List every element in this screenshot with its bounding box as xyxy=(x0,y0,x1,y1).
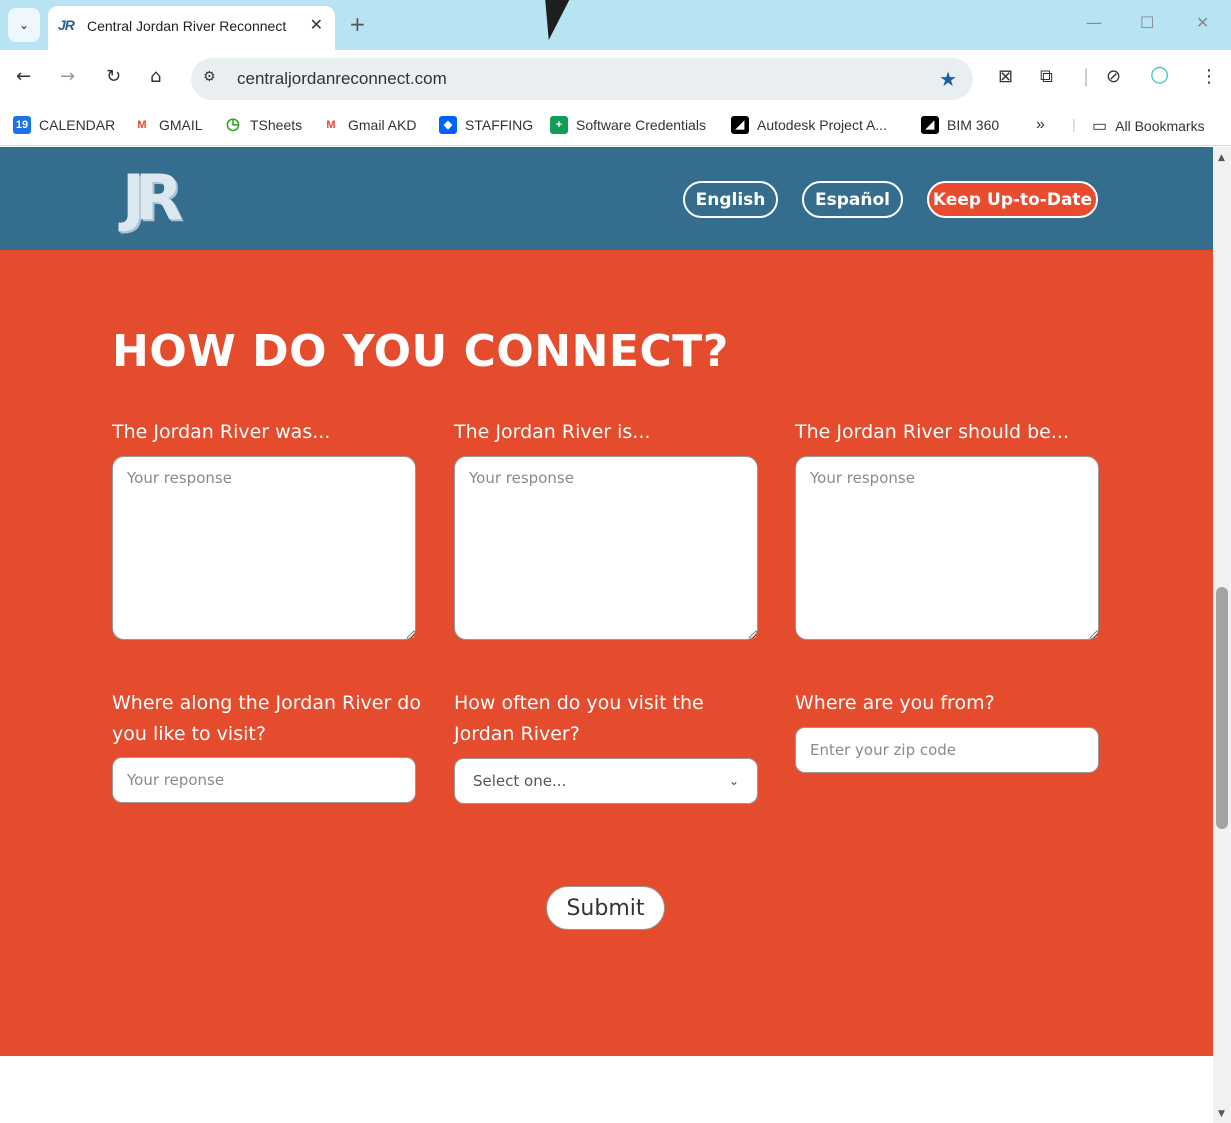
calendar-icon: 19 xyxy=(13,116,31,134)
was-label: The Jordan River was... xyxy=(112,421,331,443)
bookmark-label: Gmail AKD xyxy=(348,117,417,133)
forward-arrow-icon[interactable]: → xyxy=(60,66,75,87)
site-info-icon[interactable]: ⚙ xyxy=(203,69,216,85)
espanol-button[interactable]: Español xyxy=(802,181,903,218)
submit-button[interactable]: Submit xyxy=(546,886,665,930)
sheets-icon: + xyxy=(550,116,568,134)
scroll-up-arrow-icon[interactable]: ▲ xyxy=(1218,153,1225,163)
visit-frequency-select[interactable]: Select one... ⌄ xyxy=(454,758,758,804)
reload-icon[interactable]: ↻ xyxy=(106,66,121,87)
address-bar[interactable]: ⚙ centraljordanreconnect.com ★ xyxy=(191,58,973,100)
is-label: The Jordan River is... xyxy=(454,421,651,443)
window-close-icon[interactable]: ✕ xyxy=(1196,13,1209,32)
english-button[interactable]: English xyxy=(683,181,778,218)
tsheets-clock-icon: ◷ xyxy=(226,116,240,133)
scroll-down-arrow-icon[interactable]: ▼ xyxy=(1218,1109,1225,1119)
was-textarea[interactable] xyxy=(112,456,416,640)
bookmarks-divider: | xyxy=(1072,116,1076,132)
keep-up-to-date-button[interactable]: Keep Up-to-Date xyxy=(927,181,1098,218)
bookmark-star-icon[interactable]: ★ xyxy=(939,67,957,91)
connect-form-section: HOW DO YOU CONNECT? The Jordan River was… xyxy=(0,250,1213,1056)
from-label: Where are you from? xyxy=(795,692,995,714)
tab-active[interactable]: JR Central Jordan River Reconnect ✕ xyxy=(48,6,335,50)
new-tab-plus-icon[interactable]: + xyxy=(349,12,366,36)
close-icon[interactable]: ✕ xyxy=(310,15,323,34)
minimize-icon[interactable]: — xyxy=(1086,13,1102,32)
folder-icon: ▭ xyxy=(1092,118,1108,135)
tab-title: Central Jordan River Reconnect xyxy=(87,18,287,34)
chevron-down-icon: ⌄ xyxy=(18,18,30,32)
bookmark-label: BIM 360 xyxy=(947,117,1000,133)
zip-code-input[interactable] xyxy=(795,727,1099,773)
bookmarks-bar: 19 CALENDAR M GMAIL ◷ TSheets M Gmail AK… xyxy=(0,106,1231,146)
maximize-icon[interactable]: ☐ xyxy=(1140,13,1154,32)
page-scrollbar[interactable]: ▲ ▼ xyxy=(1213,147,1231,1123)
bookmark-gmail-akd[interactable]: M Gmail AKD xyxy=(322,116,416,134)
all-bookmarks-label: All Bookmarks xyxy=(1115,118,1205,134)
bookmark-gmail[interactable]: M GMAIL xyxy=(133,116,203,134)
gmail-icon: M xyxy=(326,119,336,131)
bookmark-autodesk-project[interactable]: ◢ Autodesk Project A... xyxy=(731,116,887,134)
bookmark-label: GMAIL xyxy=(159,117,203,133)
bookmark-bim-360[interactable]: ◢ BIM 360 xyxy=(921,116,999,134)
bookmark-software-credentials[interactable]: + Software Credentials xyxy=(550,116,706,134)
back-arrow-icon[interactable]: ← xyxy=(16,66,31,87)
bookmark-label: Autodesk Project A... xyxy=(757,117,887,133)
bookmark-tsheets[interactable]: ◷ TSheets xyxy=(224,116,302,134)
all-bookmarks-button[interactable]: ▭ All Bookmarks xyxy=(1092,116,1205,136)
gmail-icon: M xyxy=(137,119,147,131)
bookmark-label: Software Credentials xyxy=(576,117,706,133)
tab-search-button[interactable]: ⌄ xyxy=(8,8,40,42)
should-label: The Jordan River should be... xyxy=(795,421,1069,443)
extensions-puzzle-icon[interactable]: ⧉ xyxy=(1040,66,1053,87)
bookmark-label: STAFFING xyxy=(465,117,534,133)
kebab-menu-icon[interactable]: ⋮ xyxy=(1200,66,1218,87)
site-favicon-icon: JR xyxy=(58,17,75,33)
home-icon[interactable]: ⌂ xyxy=(150,66,161,87)
performance-icon[interactable]: ⊘ xyxy=(1106,66,1121,87)
often-label: How often do you visit the Jordan River? xyxy=(454,692,704,745)
is-textarea[interactable] xyxy=(454,456,758,640)
site-header: JR English Español Keep Up-to-Date xyxy=(0,147,1213,250)
where-input[interactable] xyxy=(112,757,416,803)
site-logo[interactable]: JR xyxy=(122,161,183,234)
bookmark-label: CALENDAR xyxy=(39,117,116,133)
bookmarks-overflow-button[interactable]: » xyxy=(1036,116,1045,134)
autodesk-icon: ◢ xyxy=(731,116,749,134)
dropbox-icon: ◆ xyxy=(439,116,457,134)
where-label: Where along the Jordan River do you like… xyxy=(112,692,421,745)
select-value: Select one... xyxy=(473,772,567,790)
cursor-pointer-shape xyxy=(536,0,570,40)
chevron-down-icon: ⌄ xyxy=(728,774,739,788)
tab-strip: ⌄ JR Central Jordan River Reconnect ✕ + … xyxy=(0,0,1231,50)
profile-ring-icon[interactable]: ○ xyxy=(1150,62,1169,87)
page-title: HOW DO YOU CONNECT? xyxy=(112,326,729,377)
should-textarea[interactable] xyxy=(795,456,1099,640)
bookmark-label: TSheets xyxy=(250,117,303,133)
browser-window: ⌄ JR Central Jordan River Reconnect ✕ + … xyxy=(0,0,1231,1123)
toolbar-divider: | xyxy=(1083,66,1090,87)
url-text: centraljordanreconnect.com xyxy=(237,69,447,88)
scrollbar-thumb[interactable] xyxy=(1216,587,1228,829)
page-viewport: JR English Español Keep Up-to-Date HOW D… xyxy=(0,147,1213,1123)
bookmark-staffing[interactable]: ◆ STAFFING xyxy=(439,116,533,134)
extension-x-icon[interactable]: ⊠ xyxy=(998,66,1013,87)
bookmark-calendar[interactable]: 19 CALENDAR xyxy=(13,116,115,134)
autodesk-icon: ◢ xyxy=(921,116,939,134)
